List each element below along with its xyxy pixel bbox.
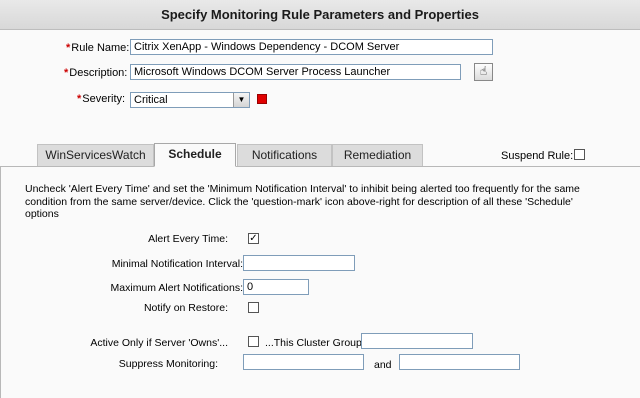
active-only-checkbox[interactable]	[248, 336, 259, 347]
and-label: and	[374, 359, 392, 371]
severity-label: *Severity:	[77, 93, 125, 105]
tab-notifications[interactable]: Notifications	[237, 144, 332, 166]
description-label: *Description:	[64, 67, 127, 79]
rule-name-label-text: Rule Name:	[71, 42, 130, 54]
tab-remediation[interactable]: Remediation	[332, 144, 423, 166]
description-label-text: Description:	[69, 67, 128, 79]
suspend-rule-label: Suspend Rule:	[501, 150, 574, 162]
rule-name-input[interactable]: Citrix XenApp - Windows Dependency - DCO…	[130, 39, 493, 55]
tab-schedule[interactable]: Schedule	[154, 143, 236, 167]
schedule-instructions: Uncheck 'Alert Every Time' and set the '…	[25, 183, 580, 220]
alert-every-time-checkbox[interactable]: ✓	[248, 233, 259, 244]
severity-color-swatch	[257, 94, 267, 104]
required-marker: *	[64, 67, 69, 79]
suppress-from-input[interactable]	[243, 354, 364, 370]
cluster-group-label: ...This Cluster Group:	[265, 337, 365, 349]
hand-pointer-icon: ☝	[479, 64, 488, 78]
rule-name-label: *Rule Name:	[66, 42, 129, 54]
min-interval-label: Minimal Notification Interval:	[111, 258, 243, 270]
notify-restore-label: Notify on Restore:	[143, 302, 228, 314]
max-alerts-input[interactable]: 0	[243, 279, 309, 295]
page-title: Specify Monitoring Rule Parameters and P…	[0, 0, 640, 30]
tab-winserviceswatch[interactable]: WinServicesWatch	[37, 144, 154, 166]
max-alerts-label: Maximum Alert Notifications:	[110, 282, 243, 294]
suspend-rule-checkbox[interactable]	[574, 149, 585, 160]
suppress-monitoring-label: Suppress Monitoring:	[118, 358, 218, 370]
severity-select[interactable]: Critical ▼	[130, 92, 250, 108]
alert-every-time-label: Alert Every Time:	[148, 233, 228, 245]
description-edit-button[interactable]: ☝	[474, 63, 493, 81]
notify-restore-checkbox[interactable]	[248, 302, 259, 313]
checkmark-icon: ✓	[249, 233, 258, 244]
description-input[interactable]: Microsoft Windows DCOM Server Process La…	[130, 64, 461, 80]
required-marker: *	[77, 93, 82, 105]
cluster-group-input[interactable]	[361, 333, 473, 349]
active-only-label: Active Only if Server 'Owns'...	[90, 337, 228, 349]
severity-label-text: Severity:	[82, 93, 126, 105]
min-interval-input[interactable]	[243, 255, 355, 271]
required-marker: *	[66, 42, 71, 54]
severity-select-value: Critical	[134, 94, 168, 106]
chevron-down-icon[interactable]: ▼	[233, 93, 249, 107]
suppress-to-input[interactable]	[399, 354, 520, 370]
